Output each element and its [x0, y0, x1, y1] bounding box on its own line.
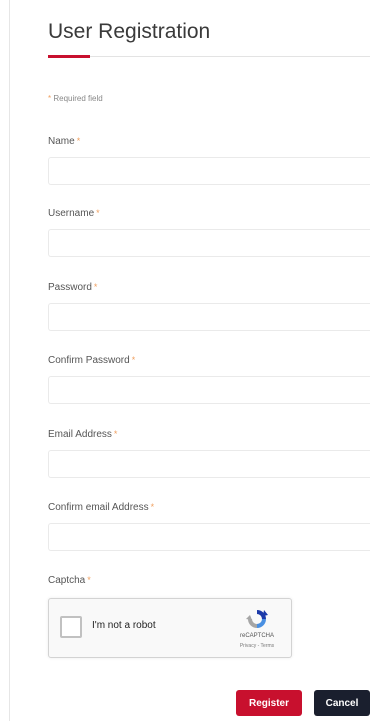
title-accent-bar [48, 55, 90, 58]
email-label-text: Email Address [48, 429, 112, 440]
register-button[interactable]: Register [236, 690, 302, 716]
confirm-email-label: Confirm email Address * [48, 502, 154, 513]
email-label: Email Address * [48, 429, 117, 440]
username-input[interactable] [48, 229, 370, 257]
captcha-label-text: Captcha [48, 575, 86, 586]
required-marker: * [48, 94, 52, 103]
captcha-label: Captcha * [48, 575, 91, 586]
username-label: Username * [48, 208, 100, 219]
required-field-note: * Required field [48, 94, 103, 103]
name-label-text: Name [48, 136, 75, 147]
confirm-password-label: Confirm Password * [48, 355, 135, 366]
left-border [9, 0, 10, 721]
required-marker: * [96, 208, 100, 218]
title-divider [48, 56, 370, 57]
name-label: Name * [48, 136, 80, 147]
username-label-text: Username [48, 208, 95, 219]
password-label: Password * [48, 282, 97, 293]
recaptcha-links[interactable]: Privacy - Terms [227, 643, 287, 649]
confirm-email-input[interactable] [48, 523, 370, 551]
confirm-email-label-text: Confirm email Address [48, 502, 149, 513]
password-input[interactable] [48, 303, 370, 331]
name-input[interactable] [48, 157, 370, 185]
captcha-checkbox[interactable] [60, 616, 82, 638]
required-marker: * [150, 502, 155, 512]
recaptcha-brand: reCAPTCHA [239, 633, 274, 639]
required-note-text: Required field [53, 94, 103, 103]
registration-page: User Registration * Required field Name *… [0, 0, 370, 721]
cancel-button[interactable]: Cancel [314, 690, 370, 716]
email-input[interactable] [48, 450, 370, 478]
recaptcha-icon [246, 610, 268, 628]
required-marker: * [131, 355, 136, 365]
recaptcha-widget: I'm not a robot reCAPTCHA Privacy - Term… [48, 598, 292, 658]
required-marker: * [76, 136, 81, 146]
confirm-password-input[interactable] [48, 376, 370, 404]
required-marker: * [93, 282, 98, 292]
required-marker: * [113, 429, 118, 439]
captcha-checkbox-label: I'm not a robot [92, 620, 156, 631]
password-label-text: Password [48, 282, 92, 293]
required-marker: * [87, 575, 91, 585]
page-title: User Registration [48, 20, 211, 43]
confirm-password-label-text: Confirm Password [48, 355, 130, 366]
